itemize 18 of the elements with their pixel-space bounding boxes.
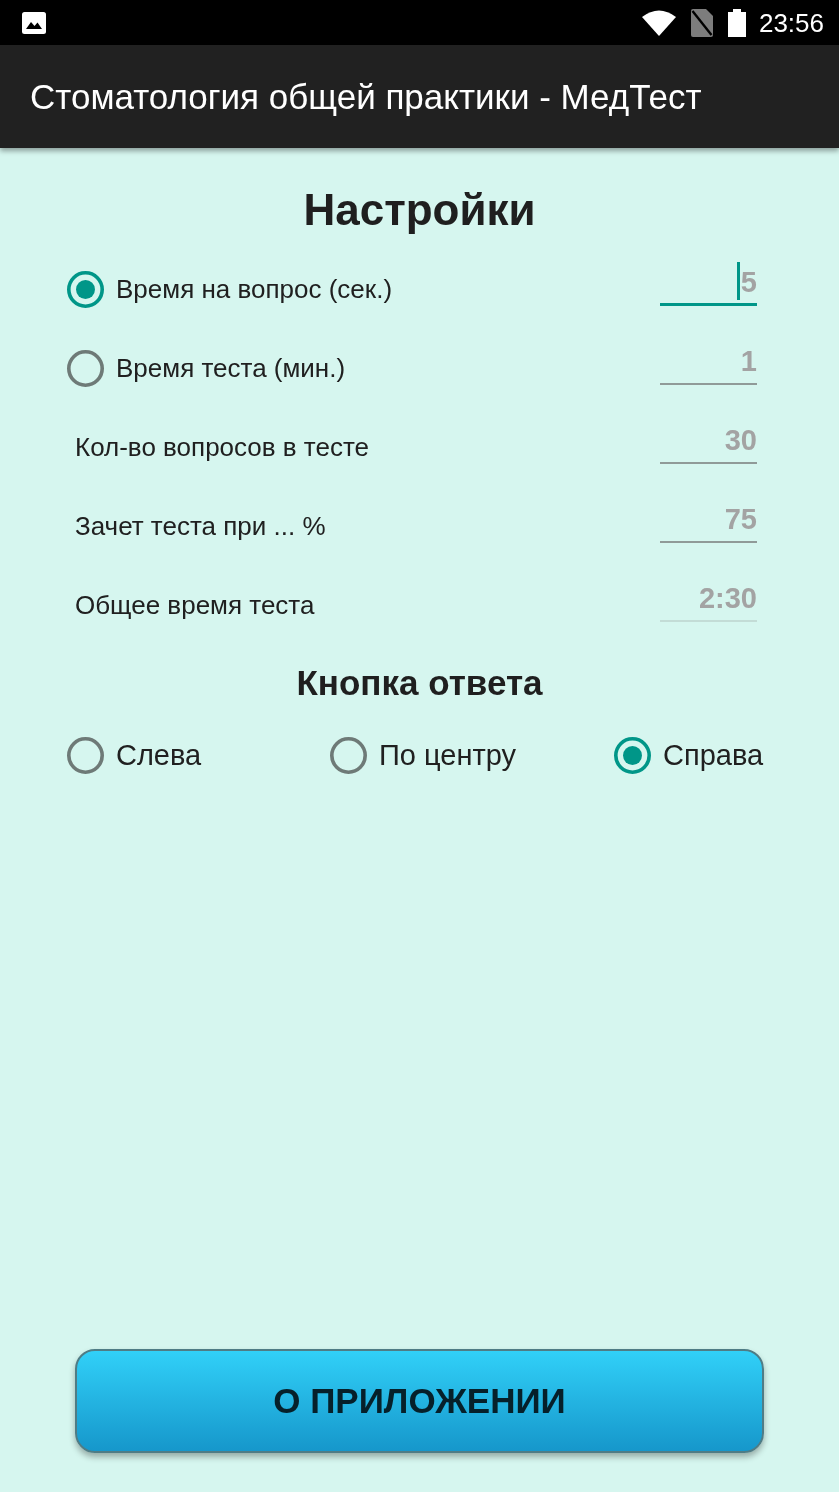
about-button[interactable]: О ПРИЛОЖЕНИИ xyxy=(75,1349,764,1453)
setting-label: Кол-во вопросов в тесте xyxy=(75,432,370,463)
app-title: Стоматология общей практики - МедТест xyxy=(30,75,702,118)
setting-label: Зачет теста при ... % xyxy=(75,511,326,542)
image-icon xyxy=(22,11,46,34)
settings-heading: Настройки xyxy=(302,184,537,236)
radio-option[interactable]: Время на вопрос (сек.) xyxy=(67,271,393,308)
text-cursor-icon xyxy=(736,261,740,300)
radio-option[interactable]: Время теста (мин.) xyxy=(67,350,346,387)
battery-icon xyxy=(727,8,746,37)
clock-time: 23:56 xyxy=(758,9,824,36)
no-sim-icon xyxy=(690,8,713,37)
radio-option[interactable]: Слева xyxy=(67,736,202,774)
radio-option[interactable]: Справа xyxy=(614,736,764,774)
setting-label: Общее время теста xyxy=(75,590,315,621)
radio-option[interactable]: По центру xyxy=(330,736,517,774)
wifi-icon xyxy=(641,9,676,36)
section-heading: Кнопка ответа xyxy=(295,662,544,704)
